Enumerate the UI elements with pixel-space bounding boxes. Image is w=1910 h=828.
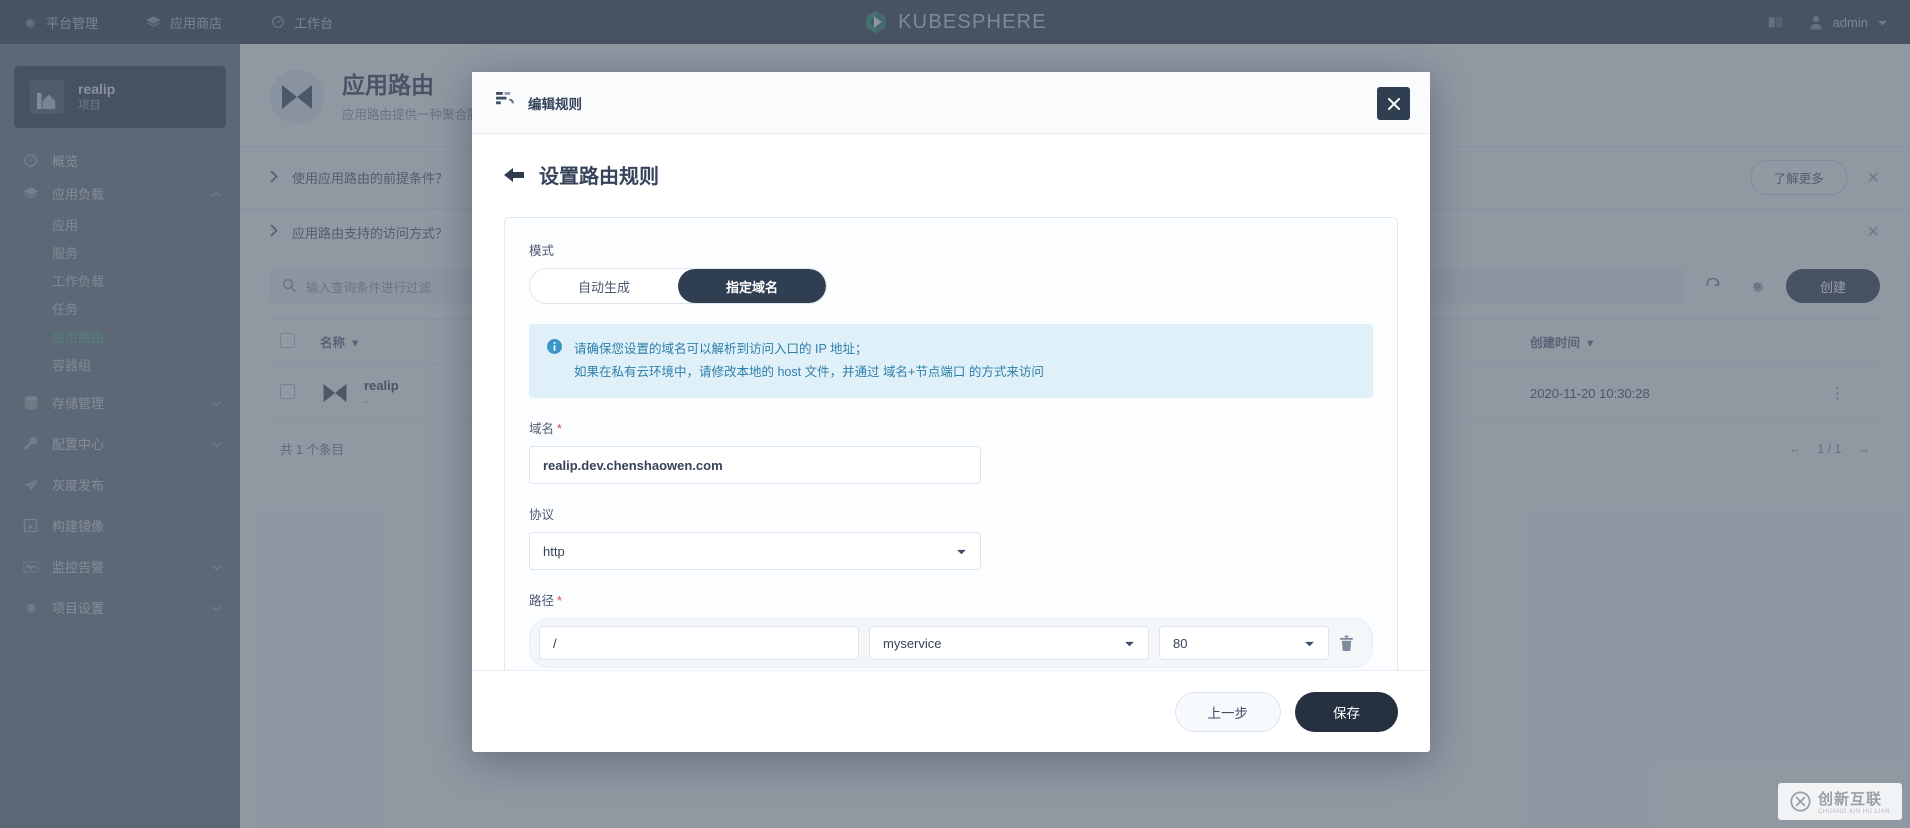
service-select[interactable]: myservice <box>869 626 1149 661</box>
save-button[interactable]: 保存 <box>1295 691 1398 732</box>
domain-field-group: 域名 * <box>529 418 1373 485</box>
domain-label: 域名 * <box>529 418 1373 437</box>
port-value: 80 <box>1173 635 1188 651</box>
protocol-field-group: 协议 http <box>529 504 1373 571</box>
edit-rule-modal: 编辑规则 设置路由规则 模式 自动生成 指定域名 请确保您设置的域名可以解析到访… <box>472 72 1430 752</box>
port-select[interactable]: 80 <box>1159 626 1329 661</box>
watermark-title: 创新互联 <box>1817 791 1882 808</box>
step-title: 设置路由规则 <box>539 166 659 188</box>
mode-toggle-group: 自动生成 指定域名 <box>529 268 828 304</box>
modal-footer: 上一步 保存 <box>472 670 1430 752</box>
required-marker: * <box>557 422 562 437</box>
close-button[interactable] <box>1377 87 1410 120</box>
info-icon <box>547 339 562 384</box>
protocol-label: 协议 <box>529 508 555 523</box>
mode-option-auto[interactable]: 自动生成 <box>530 269 678 303</box>
path-input[interactable] <box>539 626 859 661</box>
path-field-group: 路径* myservice 80 <box>529 590 1373 670</box>
info-notice: 请确保您设置的域名可以解析到访问入口的 IP 地址； 如果在私有云环境中，请修改… <box>529 324 1373 399</box>
mode-option-custom-domain[interactable]: 指定域名 <box>678 269 827 303</box>
rules-icon <box>496 92 515 113</box>
modal-header: 编辑规则 <box>472 72 1430 134</box>
domain-input[interactable] <box>529 446 981 485</box>
notice-line-2: 如果在私有云环境中，请修改本地的 host 文件，并通过 域名+节点端口 的方式… <box>574 365 1044 380</box>
modal-title: 编辑规则 <box>528 96 582 112</box>
path-label-text: 路径 <box>529 594 555 609</box>
service-value: myservice <box>883 635 942 651</box>
cx-logo-icon <box>1790 791 1811 812</box>
required-marker: * <box>557 594 562 609</box>
close-icon <box>1387 97 1400 110</box>
chevron-down-icon <box>956 544 967 559</box>
chevron-down-icon <box>1304 636 1315 651</box>
previous-step-button[interactable]: 上一步 <box>1174 691 1281 732</box>
protocol-select[interactable]: http <box>529 532 981 571</box>
path-label: 路径 * <box>529 590 1373 609</box>
trash-icon[interactable] <box>1339 635 1354 652</box>
domain-label-text: 域名 <box>529 422 555 437</box>
mode-label: 模式 <box>529 244 555 258</box>
notice-line-1: 请确保您设置的域名可以解析到访问入口的 IP 地址； <box>574 342 868 356</box>
rule-form-panel: 模式 自动生成 指定域名 请确保您设置的域名可以解析到访问入口的 IP 地址； … <box>504 217 1398 670</box>
protocol-value: http <box>543 543 565 559</box>
watermark: 创新互联 CHUANG XIN HU LIAN <box>1777 783 1902 820</box>
path-row: myservice 80 <box>529 618 1373 669</box>
step-title-row: 设置路由规则 <box>504 160 1398 189</box>
modal-body: 设置路由规则 模式 自动生成 指定域名 请确保您设置的域名可以解析到访问入口的 … <box>472 134 1430 670</box>
watermark-subtitle: CHUANG XIN HU LIAN <box>1817 809 1890 815</box>
chevron-down-icon <box>1124 636 1135 651</box>
back-arrow-icon[interactable] <box>504 167 524 183</box>
